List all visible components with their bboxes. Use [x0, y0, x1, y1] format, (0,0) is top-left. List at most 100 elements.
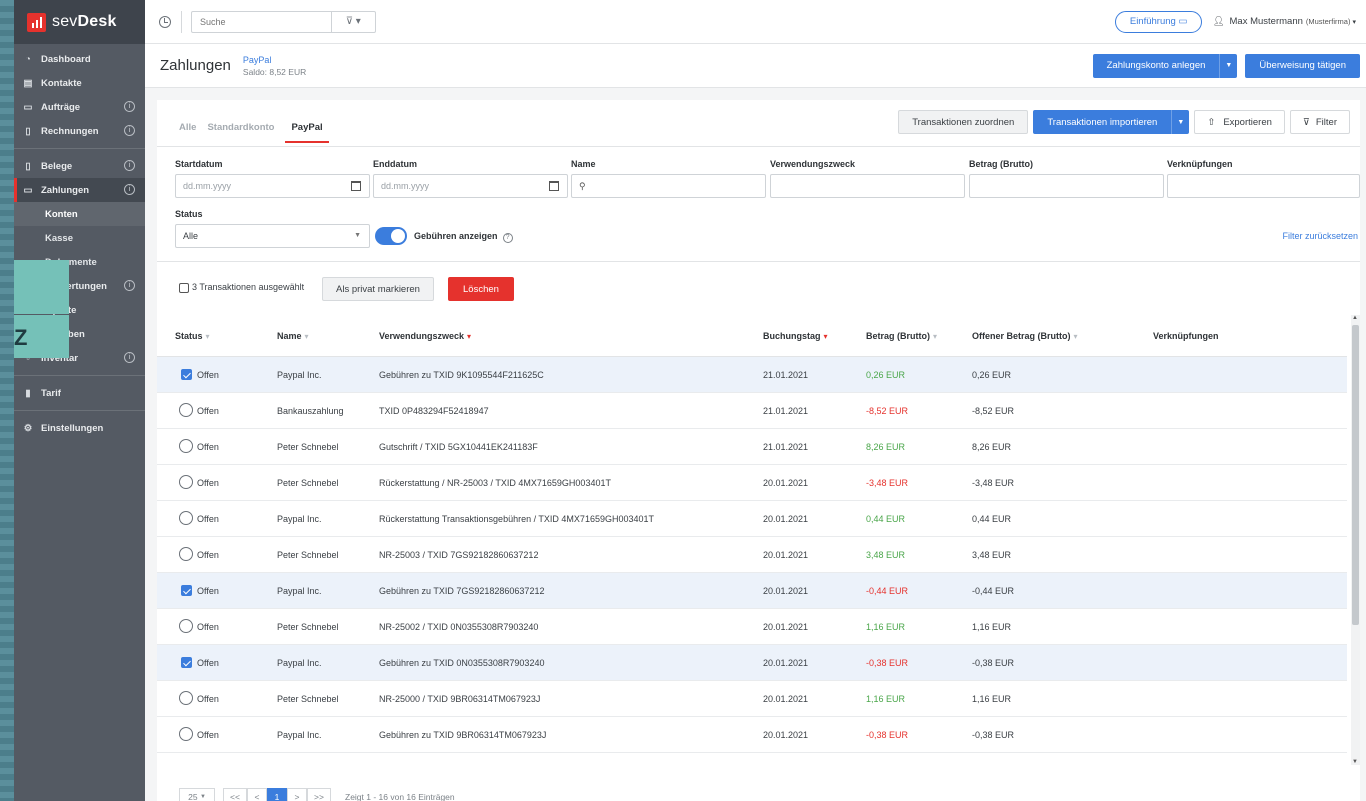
sidebar-subitem-kasse[interactable]: Kasse	[14, 226, 145, 250]
import-dropdown[interactable]: ▼	[1171, 110, 1190, 134]
row-checkbox-checked[interactable]	[181, 657, 192, 668]
column-links[interactable]: Verknüpfungen	[1153, 331, 1219, 341]
column-booking-date[interactable]: Buchungstag ▾	[763, 331, 828, 341]
row-checkbox[interactable]	[179, 511, 193, 525]
create-account-button[interactable]: Zahlungskonto anlegen	[1092, 53, 1220, 78]
per-page-select[interactable]: 25 ▼	[179, 788, 215, 801]
mark-private-button[interactable]: Als privat markieren	[322, 277, 434, 301]
table-row[interactable]: Offen Peter Schnebel Rückerstattung / NR-2…	[157, 465, 1347, 501]
info-icon[interactable]: i	[124, 352, 135, 363]
info-icon[interactable]: i	[124, 125, 135, 136]
table-row[interactable]: Offen Peter Schnebel Gutschrift / TXID 5GX…	[157, 429, 1347, 465]
user-menu[interactable]: 👤︎ Max Mustermann (Musterfirma) ▾	[1212, 16, 1356, 27]
tab-standard-account[interactable]: Standardkonto	[207, 122, 274, 143]
status-select[interactable]: Alle ▼	[175, 224, 370, 248]
first-page-button[interactable]: <<	[223, 788, 247, 801]
table-scrollbar[interactable]: ▲ ▼	[1351, 315, 1360, 765]
cell-date: 21.01.2021	[763, 370, 809, 380]
row-checkbox-checked[interactable]	[181, 369, 192, 380]
cell-open: 8,26 EUR	[972, 442, 1012, 452]
cell-status: Offen	[197, 550, 219, 560]
search-filter-dropdown[interactable]: ⊽ ▾	[330, 11, 376, 32]
export-button[interactable]: ⇧ Exportieren	[1194, 110, 1285, 134]
create-account-dropdown[interactable]: ▼	[1219, 53, 1238, 78]
transfer-button[interactable]: Überweisung tätigen	[1245, 53, 1360, 78]
column-purpose[interactable]: Verwendungszweck ▾	[379, 331, 471, 341]
column-name[interactable]: Name ▾	[277, 331, 309, 341]
tab-all[interactable]: Alle	[179, 122, 196, 143]
sidebar-item-rechnungen[interactable]: ▯ Rechnungen i	[14, 119, 145, 143]
search-input[interactable]	[192, 16, 331, 27]
info-icon[interactable]: i	[124, 101, 135, 112]
next-page-button[interactable]: >	[287, 788, 307, 801]
history-icon[interactable]	[159, 15, 171, 28]
sidebar-item-dashboard[interactable]: ◔ Dashboard	[14, 47, 145, 71]
fees-toggle[interactable]	[375, 227, 407, 245]
filter-button[interactable]: ⊽ Filter	[1289, 110, 1350, 134]
scroll-up-icon[interactable]: ▲	[1352, 315, 1358, 321]
cell-purpose: TXID 0P483294F52418947	[379, 406, 489, 416]
links-filter-input[interactable]	[1167, 174, 1360, 198]
row-checkbox[interactable]	[179, 403, 193, 417]
row-checkbox[interactable]	[179, 619, 193, 633]
column-amount[interactable]: Betrag (Brutto) ▾	[866, 331, 937, 341]
info-icon[interactable]: i	[124, 184, 135, 195]
scrollbar-thumb[interactable]	[1352, 325, 1359, 625]
assign-transactions-button[interactable]: Transaktionen zuordnen	[898, 110, 1029, 134]
account-name-link[interactable]: PayPal	[243, 55, 306, 65]
info-icon[interactable]: i	[124, 160, 135, 171]
table-row[interactable]: Offen Peter Schnebel NR-25000 / TXID 9BR06…	[157, 681, 1347, 717]
table-row[interactable]: Offen Peter Schnebel NR-25002 / TXID 0N035…	[157, 609, 1347, 645]
account-saldo: Saldo: 8,52 EUR	[242, 66, 307, 77]
table-row[interactable]: Offen Bankauszahlung TXID 0P483294F5241894…	[157, 393, 1347, 429]
cell-date: 21.01.2021	[763, 406, 809, 416]
table-row[interactable]: Offen Paypal Inc. Gebühren zu TXID 7GS9218…	[157, 573, 1347, 609]
row-checkbox[interactable]	[179, 691, 193, 705]
sidebar-item-settings[interactable]: ⚙ Einstellungen	[14, 416, 145, 440]
sidebar-item-tarif[interactable]: ▮ Tarif	[14, 381, 145, 405]
delete-button[interactable]: Löschen	[448, 277, 514, 301]
table-row[interactable]: Offen Paypal Inc. Gebühren zu TXID 0N03553…	[157, 645, 1347, 681]
select-all-checkbox[interactable]: 3 Transaktionen ausgewählt	[179, 282, 304, 293]
sidebar-item-label: Dashboard	[41, 53, 91, 65]
tab-paypal[interactable]: PayPal	[285, 122, 329, 143]
sidebar-subitem-konten[interactable]: Konten	[14, 202, 145, 226]
scroll-down-icon[interactable]: ▼	[1352, 759, 1358, 765]
info-icon[interactable]: i	[124, 280, 135, 291]
import-transactions-button[interactable]: Transaktionen importieren	[1033, 110, 1172, 134]
help-icon[interactable]: ?	[502, 232, 513, 243]
end-date-input[interactable]: dd.mm.yyyy	[373, 174, 568, 198]
cell-open: -0,44 EUR	[972, 586, 1015, 596]
divider	[14, 410, 145, 411]
sidebar-item-belege[interactable]: ▯ Belege i	[14, 154, 145, 178]
sidebar-item-auftr-ge[interactable]: ▭ Aufträge i	[14, 95, 145, 119]
logo[interactable]: sevDesk	[14, 0, 145, 44]
table-row[interactable]: Offen Paypal Inc. Gebühren zu TXID 9K10955…	[157, 357, 1347, 393]
purpose-filter-input[interactable]	[770, 174, 965, 198]
table-row[interactable]: Offen Paypal Inc. Rückerstattung Transakti…	[157, 501, 1347, 537]
cell-purpose: NR-25003 / TXID 7GS92182860637212	[379, 550, 539, 560]
row-checkbox[interactable]	[179, 547, 193, 561]
intro-button[interactable]: Einführung ▭	[1114, 10, 1203, 33]
sidebar-item-kontakte[interactable]: ▤ Kontakte	[14, 71, 145, 95]
column-open-amount[interactable]: Offener Betrag (Brutto) ▾	[972, 331, 1078, 341]
sidebar-item-zahlungen[interactable]: ▭ Zahlungen i	[14, 178, 145, 202]
sort-icon: ▾	[1073, 332, 1078, 341]
row-checkbox-checked[interactable]	[181, 585, 192, 596]
start-date-input[interactable]: dd.mm.yyyy	[175, 174, 370, 198]
name-filter-input[interactable]: ⚲	[571, 174, 766, 198]
row-checkbox[interactable]	[179, 439, 193, 453]
row-checkbox[interactable]	[179, 727, 193, 741]
row-checkbox[interactable]	[179, 475, 193, 489]
page-1-button[interactable]: 1	[267, 788, 287, 801]
prev-page-button[interactable]: <	[247, 788, 267, 801]
column-status[interactable]: Status ▾	[175, 331, 210, 341]
cell-amount: 8,26 EUR	[866, 442, 906, 452]
last-page-button[interactable]: >>	[307, 788, 331, 801]
cell-status: Offen	[197, 622, 219, 632]
table-row[interactable]: Offen Peter Schnebel NR-25003 / TXID 7GS92…	[157, 537, 1347, 573]
reset-filters-link[interactable]: Filter zurücksetzen	[1282, 231, 1358, 241]
card-icon: ▭	[23, 184, 33, 196]
table-row[interactable]: Offen Paypal Inc. Gebühren zu TXID 9BR0631…	[157, 717, 1347, 753]
amount-filter-input[interactable]	[969, 174, 1164, 198]
